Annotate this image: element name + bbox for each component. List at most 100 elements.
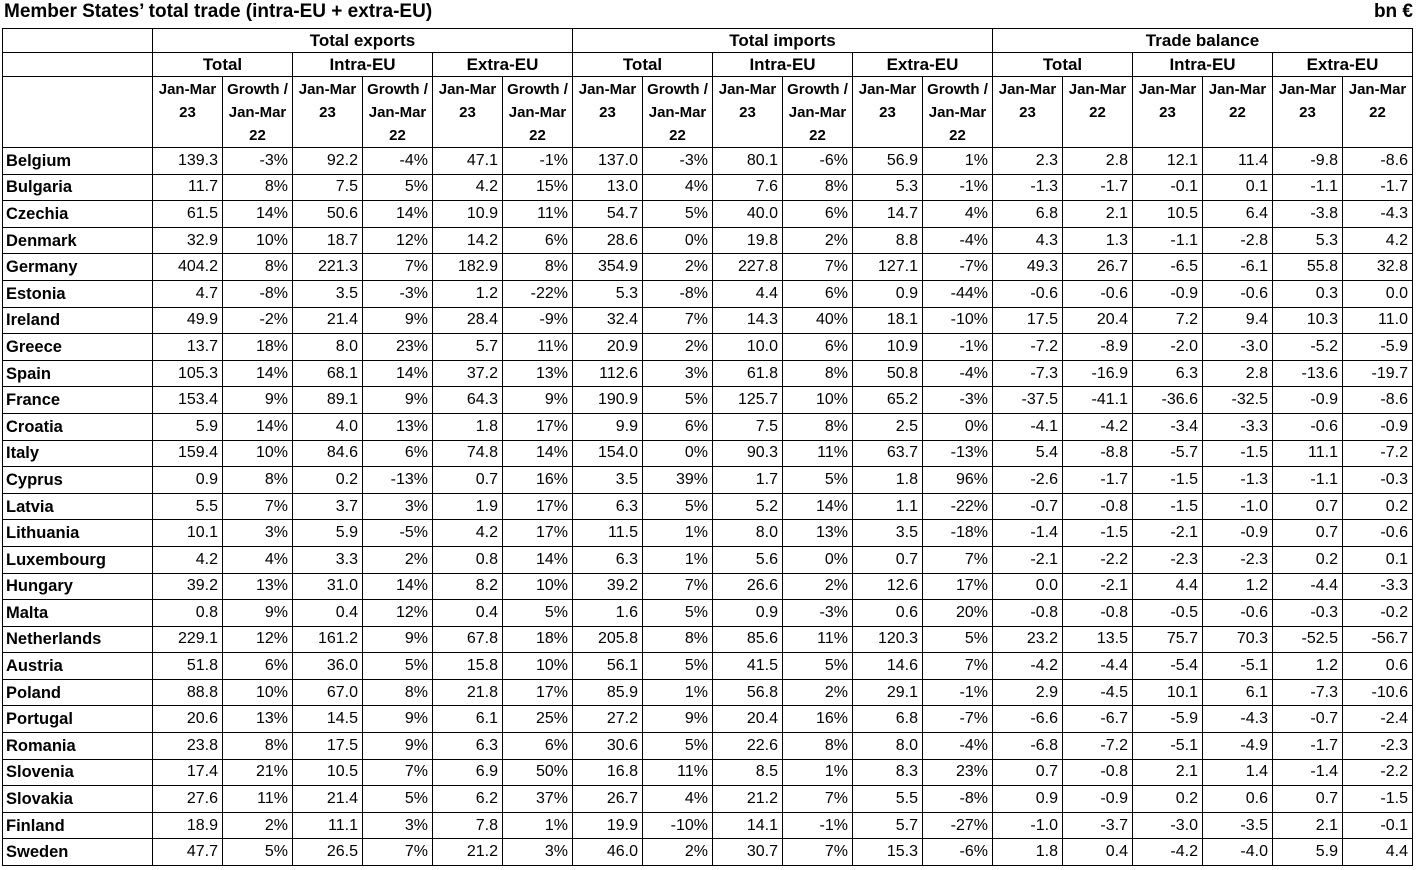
table-cell: -7.2 [1062,732,1133,760]
table-cell: 9.9 [572,412,643,441]
table-cell: 5.6 [712,545,783,574]
table-cell: 65.2 [852,386,923,414]
table-cell: 21.4 [292,306,363,335]
table-cell: 55.8 [1272,253,1343,281]
table-cell: -1.0 [992,811,1063,840]
table-cell: 7% [922,545,993,574]
table-cell: -22% [922,492,993,521]
table-cell: 10.3 [1272,306,1343,335]
table-cell: -1.1 [1272,466,1343,494]
table-cell: 5.7 [432,333,503,361]
table-cell: -13% [362,466,433,494]
table-cell: 5.9 [1272,838,1343,867]
table-cell: 5% [362,652,433,680]
table-cell: 1.3 [1062,226,1133,255]
table-cell: 14% [222,359,293,388]
table-cell: 0.4 [292,599,363,627]
table-cell: 18% [502,625,573,654]
table-cell: 23% [362,333,433,361]
table-cell: 8% [782,359,853,388]
unit-label: bn € [1373,1,1413,22]
table-cell: 10% [222,226,293,255]
table-cell: 7% [362,758,433,787]
table-cell: 5.5 [852,785,923,813]
table-cell: 8.0 [292,333,363,361]
table-cell: 0.6 [852,599,923,627]
table-cell: -7% [922,705,993,734]
table-cell: 11.7 [152,173,223,202]
table-cell: -0.9 [1342,412,1413,441]
table-cell: -1.5 [1202,439,1273,468]
table-cell: 0.4 [432,599,503,627]
table-cell: 21.4 [292,785,363,813]
table-cell: -7.2 [992,333,1063,361]
table-cell: -18% [922,519,993,547]
column-header: Jan-Mar 23 [152,76,223,148]
table-cell: 1% [642,678,713,707]
table-cell: -2.1 [992,545,1063,574]
subgroup-header: Total [572,52,713,77]
table-cell: 13% [782,519,853,547]
column-header: Jan-Mar 23 [852,76,923,148]
table-cell: 54.7 [572,200,643,228]
table-cell: 8% [642,625,713,654]
table-cell: -0.9 [1202,519,1273,547]
table-cell: 5% [222,838,293,867]
table-cell: 7% [222,492,293,521]
table-cell: 0.7 [992,758,1063,787]
table-cell: 18.7 [292,226,363,255]
table-cell: -36.6 [1132,386,1203,414]
table-body: Belgium 139.3 -3% 92.2 -4% 47.1 -1% 137.0 -3% 80.… [2,147,1413,867]
table-cell: 14% [222,200,293,228]
table-cell: 5% [642,386,713,414]
table-cell: 1.2 [1202,572,1273,601]
table-cell: 14.2 [432,226,503,255]
table-cell: -5.1 [1132,732,1203,760]
table-cell: -2.3 [1342,732,1413,760]
table-cell: 49.9 [152,306,223,335]
table-cell: 7% [782,253,853,281]
group-header: Trade balance [992,28,1413,53]
table-cell: 5% [362,173,433,202]
table-cell: 6.3 [1132,359,1203,388]
table-cell: 8% [222,173,293,202]
table-cell: 1% [642,545,713,574]
table-cell: 32.9 [152,226,223,255]
table-cell: 0.7 [852,545,923,574]
table-cell: -0.8 [1062,758,1133,787]
table-cell: -8% [642,279,713,308]
column-header-row: Jan-Mar 23 Growth / Jan-Mar 22 Jan-Mar 23 G… [2,76,1413,148]
table-cell: 9.4 [1202,306,1273,335]
table-cell: -44% [922,279,993,308]
table-cell: 105.3 [152,359,223,388]
table-cell: 3% [222,519,293,547]
table-cell: -8% [922,785,993,813]
table-cell: 67.8 [432,625,503,654]
table-cell: 16% [782,705,853,734]
table-cell: 16% [502,466,573,494]
table-cell: 2% [642,253,713,281]
table-cell: 139.3 [152,147,223,175]
table-cell: -0.6 [1062,279,1133,308]
table-cell: -0.9 [1062,785,1133,813]
table-cell: -8.6 [1342,147,1413,175]
table-cell: 70.3 [1202,625,1273,654]
table-cell: 80.1 [712,147,783,175]
table-cell: 5% [502,599,573,627]
table-cell: 5% [642,652,713,680]
table-cell: -0.9 [1132,279,1203,308]
table-cell: 6.8 [992,200,1063,228]
corner-cell [2,76,153,148]
table-cell: 0.8 [152,599,223,627]
table-cell: 7% [642,572,713,601]
table-cell: 21% [222,758,293,787]
table-cell: 89.1 [292,386,363,414]
table-cell: -3.0 [1202,333,1273,361]
table-cell: 30.6 [572,732,643,760]
table-cell: 46.0 [572,838,643,867]
table-cell: -4.5 [1062,678,1133,707]
table-cell: 50% [502,758,573,787]
table-cell: 0% [642,226,713,255]
table-cell: 12% [362,599,433,627]
table-cell: 14.7 [852,200,923,228]
